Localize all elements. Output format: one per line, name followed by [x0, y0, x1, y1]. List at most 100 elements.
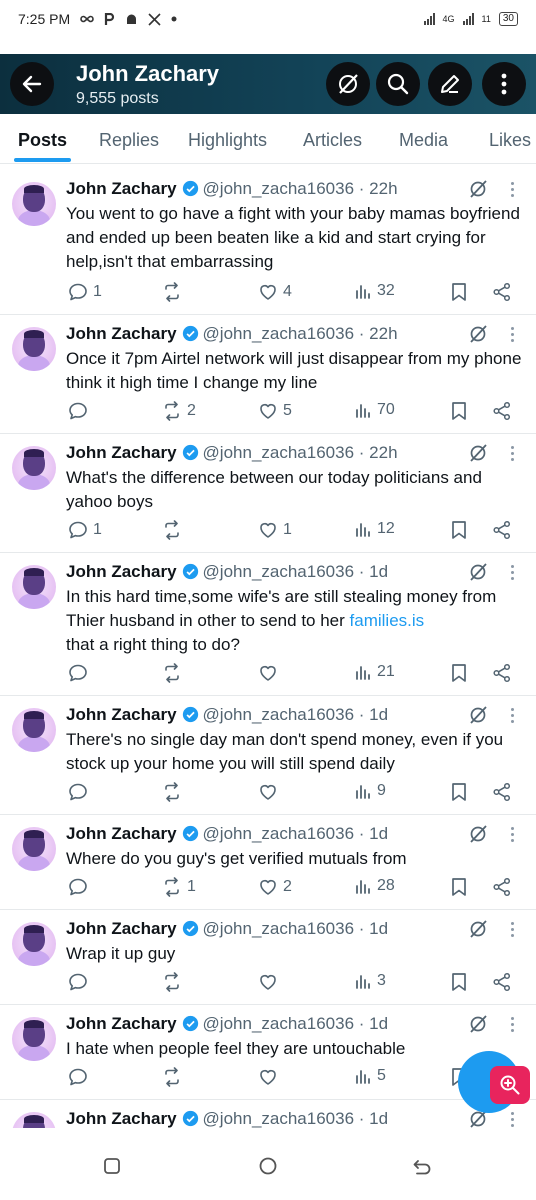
views-button[interactable]: 9: [354, 782, 386, 800]
bookmark-button[interactable]: [450, 782, 468, 802]
user-name[interactable]: John Zachary: [66, 179, 177, 198]
recents-icon[interactable]: [101, 1155, 123, 1177]
bookmark-button[interactable]: [450, 282, 468, 302]
edit-button[interactable]: [428, 62, 472, 106]
tweet-more-icon[interactable]: [510, 327, 516, 343]
more-options-button[interactable]: [482, 62, 526, 106]
like-button[interactable]: 5: [258, 401, 292, 421]
avatar[interactable]: [12, 182, 56, 226]
user-handle[interactable]: @john_zacha16036: [203, 562, 355, 581]
search-button[interactable]: [376, 62, 420, 106]
grok-icon[interactable]: [468, 705, 488, 725]
tweet-more-icon[interactable]: [510, 182, 516, 198]
user-name[interactable]: John Zachary: [66, 1014, 177, 1033]
zoom-button[interactable]: [490, 1066, 530, 1104]
tweet-more-icon[interactable]: [510, 827, 516, 843]
user-handle[interactable]: @john_zacha16036: [203, 324, 355, 343]
user-handle[interactable]: @john_zacha16036: [203, 705, 355, 724]
tab-likes[interactable]: Likes: [489, 130, 531, 151]
bookmark-button[interactable]: [450, 877, 468, 897]
share-button[interactable]: [492, 520, 512, 540]
avatar[interactable]: [12, 327, 56, 371]
repost-button[interactable]: [162, 282, 187, 302]
avatar[interactable]: [12, 446, 56, 490]
avatar[interactable]: [12, 565, 56, 609]
tweet[interactable]: John Zachary @john_zacha16036 · 1d I hate…: [0, 1005, 536, 1100]
tweet[interactable]: John Zachary @john_zacha16036 · 1d: [0, 1100, 536, 1128]
repost-button[interactable]: [162, 663, 187, 683]
reply-button[interactable]: [68, 401, 93, 421]
avatar[interactable]: [12, 922, 56, 966]
user-name[interactable]: John Zachary: [66, 824, 177, 843]
tweet-more-icon[interactable]: [510, 446, 516, 462]
share-button[interactable]: [492, 972, 512, 992]
user-name[interactable]: John Zachary: [66, 443, 177, 462]
user-name[interactable]: John Zachary: [66, 919, 177, 938]
home-icon[interactable]: [257, 1155, 279, 1177]
like-button[interactable]: 2: [258, 877, 292, 897]
like-button[interactable]: 4: [258, 282, 292, 302]
views-button[interactable]: 28: [354, 877, 395, 895]
tweet[interactable]: John Zachary @john_zacha16036 · 22h What'…: [0, 434, 536, 553]
tweet[interactable]: John Zachary @john_zacha16036 · 1d In thi…: [0, 553, 536, 696]
user-handle[interactable]: @john_zacha16036: [203, 1109, 355, 1128]
user-handle[interactable]: @john_zacha16036: [203, 443, 355, 462]
user-handle[interactable]: @john_zacha16036: [203, 1014, 355, 1033]
share-button[interactable]: [492, 282, 512, 302]
bookmark-button[interactable]: [450, 663, 468, 683]
tweet-more-icon[interactable]: [510, 1017, 516, 1033]
repost-button[interactable]: [162, 782, 187, 802]
user-name[interactable]: John Zachary: [66, 324, 177, 343]
reply-button[interactable]: 1: [68, 282, 102, 302]
repost-button[interactable]: 2: [162, 401, 196, 421]
tab-replies[interactable]: Replies: [99, 130, 159, 151]
grok-icon[interactable]: [468, 562, 488, 582]
views-button[interactable]: 12: [354, 520, 395, 538]
tweet[interactable]: John Zachary @john_zacha16036 · 22h Once …: [0, 315, 536, 434]
reply-button[interactable]: [68, 972, 93, 992]
repost-button[interactable]: [162, 1067, 187, 1087]
tab-media[interactable]: Media: [399, 130, 448, 151]
user-name[interactable]: John Zachary: [66, 705, 177, 724]
user-handle[interactable]: @john_zacha16036: [203, 824, 355, 843]
tweet[interactable]: John Zachary @john_zacha16036 · 1d Where …: [0, 815, 536, 910]
share-button[interactable]: [492, 782, 512, 802]
like-button[interactable]: [258, 972, 283, 992]
back-button[interactable]: [10, 62, 54, 106]
share-button[interactable]: [492, 663, 512, 683]
like-button[interactable]: [258, 663, 283, 683]
avatar[interactable]: [12, 827, 56, 871]
tab-posts[interactable]: Posts: [18, 130, 67, 151]
views-button[interactable]: 5: [354, 1067, 386, 1085]
user-name[interactable]: John Zachary: [66, 1109, 177, 1128]
grok-icon[interactable]: [468, 824, 488, 844]
tweet-more-icon[interactable]: [510, 565, 516, 581]
avatar[interactable]: [12, 708, 56, 752]
tweet-link[interactable]: families.is: [350, 611, 425, 630]
back-nav-icon[interactable]: [411, 1155, 433, 1177]
grok-icon[interactable]: [468, 1014, 488, 1034]
tweet[interactable]: John Zachary @john_zacha16036 · 22h You w…: [0, 170, 536, 315]
grok-icon[interactable]: [468, 324, 488, 344]
like-button[interactable]: [258, 1067, 283, 1087]
views-button[interactable]: 32: [354, 282, 395, 300]
user-handle[interactable]: @john_zacha16036: [203, 919, 355, 938]
tweet[interactable]: John Zachary @john_zacha16036 · 1d Wrap i…: [0, 910, 536, 1005]
like-button[interactable]: 1: [258, 520, 292, 540]
bookmark-button[interactable]: [450, 401, 468, 421]
reply-button[interactable]: [68, 663, 93, 683]
tweet[interactable]: John Zachary @john_zacha16036 · 1d There'…: [0, 696, 536, 815]
repost-button[interactable]: [162, 520, 187, 540]
views-button[interactable]: 21: [354, 663, 395, 681]
like-button[interactable]: [258, 782, 283, 802]
grok-icon[interactable]: [468, 443, 488, 463]
avatar[interactable]: [12, 1112, 56, 1128]
tab-highlights[interactable]: Highlights: [188, 130, 267, 151]
user-name[interactable]: John Zachary: [66, 562, 177, 581]
reply-button[interactable]: [68, 782, 93, 802]
avatar[interactable]: [12, 1017, 56, 1061]
reply-button[interactable]: [68, 877, 93, 897]
reply-button[interactable]: 1: [68, 520, 102, 540]
tweet-more-icon[interactable]: [510, 922, 516, 938]
repost-button[interactable]: 1: [162, 877, 196, 897]
